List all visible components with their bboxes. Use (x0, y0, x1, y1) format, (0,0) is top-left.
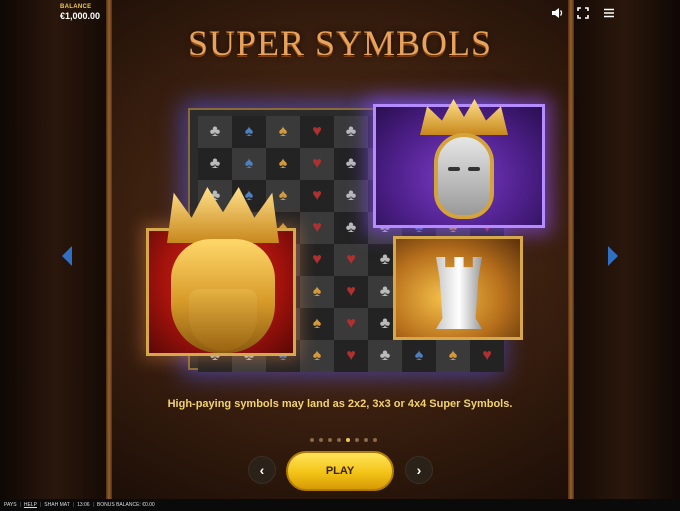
club-icon: ♣ (334, 116, 368, 148)
left-side-arrow-icon (62, 246, 72, 266)
fullscreen-icon[interactable] (576, 6, 590, 20)
club-icon: ♣ (198, 148, 232, 180)
heart-icon: ♥ (300, 180, 334, 212)
spade-icon: ♠ (402, 340, 436, 372)
previous-page-button[interactable]: ‹ (248, 456, 276, 484)
heart-icon: ♥ (300, 116, 334, 148)
balance-label: BALANCE (60, 4, 92, 10)
spade-icon: ♠ (232, 148, 266, 180)
footer-help-link[interactable]: HELP (24, 502, 37, 508)
spade-icon: ♠ (232, 116, 266, 148)
heart-icon: ♥ (334, 244, 368, 276)
heart-icon: ♥ (300, 244, 334, 276)
left-side-panel (0, 0, 110, 499)
rook-icon (436, 257, 482, 329)
spade-icon: ♠ (300, 276, 334, 308)
left-pillar (106, 0, 112, 499)
club-icon: ♣ (334, 148, 368, 180)
pagination-dot[interactable] (328, 438, 332, 442)
footer-pays-link[interactable]: PAYS (4, 502, 17, 508)
pagination-dot[interactable] (319, 438, 323, 442)
page-title: SUPER SYMBOLS (187, 23, 493, 63)
queen-face-icon (434, 133, 494, 219)
club-icon: ♣ (334, 180, 368, 212)
spade-icon: ♠ (300, 308, 334, 340)
footer-bar: PAYS | HELP | SHAH MAT | 13:06 | BONUS B… (0, 499, 680, 511)
play-button[interactable]: PLAY (286, 451, 394, 491)
right-pillar (568, 0, 574, 499)
queen-super-symbol (373, 99, 545, 228)
spade-icon: ♠ (300, 340, 334, 372)
club-icon: ♣ (334, 212, 368, 244)
club-icon: ♣ (198, 116, 232, 148)
chevron-right-icon: › (416, 462, 422, 478)
pagination-dot[interactable] (310, 438, 314, 442)
club-icon: ♣ (368, 340, 402, 372)
spade-icon: ♠ (266, 148, 300, 180)
play-button-label: PLAY (325, 465, 355, 477)
heart-icon: ♥ (334, 276, 368, 308)
pagination-dot[interactable] (373, 438, 377, 442)
chevron-left-icon: ‹ (259, 462, 265, 478)
right-side-panel (570, 0, 680, 499)
heart-icon: ♥ (334, 340, 368, 372)
heart-icon: ♥ (334, 308, 368, 340)
feature-description: High-paying symbols may land as 2x2, 3x3… (167, 398, 513, 410)
sound-icon[interactable] (550, 6, 564, 20)
pagination-dot[interactable] (364, 438, 368, 442)
rook-super-symbol (393, 236, 523, 340)
queen-crown-icon (420, 99, 508, 135)
right-side-arrow-icon (608, 246, 618, 266)
spade-icon: ♠ (266, 116, 300, 148)
heart-icon: ♥ (300, 148, 334, 180)
pagination-dot[interactable] (346, 438, 350, 442)
pagination-dots (310, 438, 377, 442)
footer-bonus-balance: BONUS BALANCE: €0.00 (96, 502, 155, 508)
heart-icon: ♥ (300, 212, 334, 244)
heart-icon: ♥ (470, 340, 504, 372)
pagination-dot[interactable] (355, 438, 359, 442)
footer-game-name: SHAH MAT (44, 502, 70, 508)
spade-icon: ♠ (436, 340, 470, 372)
king-super-symbol (146, 187, 296, 356)
menu-icon[interactable] (602, 6, 616, 20)
balance-value: €1,000.00 (60, 11, 101, 21)
footer-time: 13:06 (77, 502, 90, 508)
next-page-button[interactable]: › (405, 456, 433, 484)
pagination-dot[interactable] (337, 438, 341, 442)
